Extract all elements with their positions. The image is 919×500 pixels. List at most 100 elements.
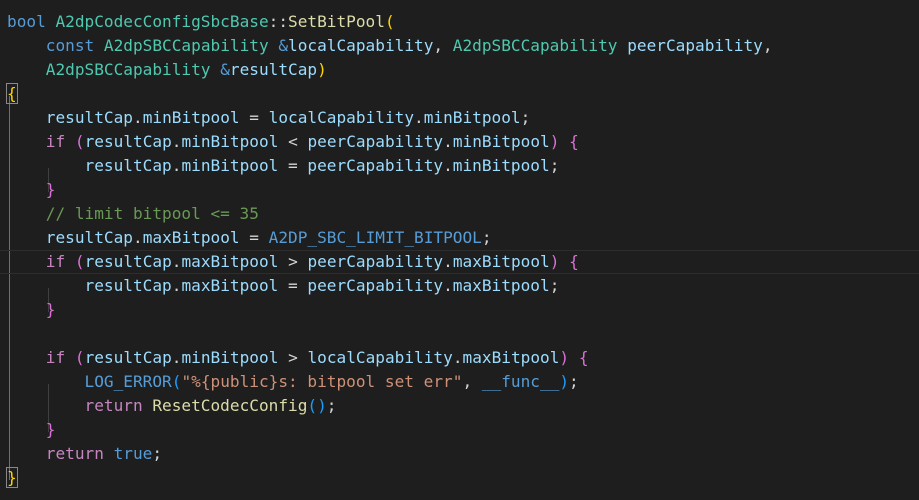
code-token: minBitpool: [181, 156, 279, 175]
code-token: localCapability: [307, 348, 453, 367]
code-token: peerCapability: [627, 36, 763, 55]
code-token: maxBitpool: [452, 252, 550, 271]
code-line-text: }: [7, 298, 56, 322]
code-line[interactable]: resultCap.maxBitpool = A2DP_SBC_LIMIT_BI…: [0, 226, 919, 250]
code-token: peerCapability: [307, 252, 444, 271]
code-line[interactable]: resultCap.maxBitpool = peerCapability.ma…: [0, 274, 919, 298]
code-line[interactable]: return true;: [0, 442, 919, 466]
code-token: ): [317, 396, 327, 415]
code-token: if: [45, 348, 66, 367]
code-token: ): [317, 60, 327, 79]
code-token: .: [443, 132, 453, 151]
code-line-text: bool A2dpCodecConfigSbcBase::SetBitPool(: [7, 10, 395, 34]
code-line[interactable]: }: [0, 418, 919, 442]
code-token: // limit bitpool <= 35: [45, 204, 259, 223]
code-token: <: [278, 132, 308, 151]
code-line[interactable]: return ResetCodecConfig();: [0, 394, 919, 418]
code-token: return: [45, 444, 104, 463]
code-token: {: [569, 252, 579, 271]
code-token: maxBitpool: [462, 348, 560, 367]
code-token: {: [578, 348, 589, 367]
code-token: .: [171, 276, 182, 295]
code-token: =: [239, 108, 269, 127]
code-token: .: [452, 348, 463, 367]
code-line-text: // limit bitpool <= 35: [7, 202, 259, 226]
code-token: A2dpSBCCapability: [45, 60, 211, 79]
code-editor[interactable]: bool A2dpCodecConfigSbcBase::SetBitPool(…: [0, 0, 919, 500]
code-token: localCapability: [268, 108, 415, 127]
code-token: }: [45, 300, 56, 319]
code-token: .: [443, 252, 453, 271]
code-token: .: [414, 108, 424, 127]
code-token: .: [443, 276, 453, 295]
code-line[interactable]: {: [0, 82, 919, 106]
code-token: minBitpool: [423, 108, 521, 127]
code-line[interactable]: // limit bitpool <= 35: [0, 202, 919, 226]
code-token: minBitpool: [452, 156, 550, 175]
code-token: true: [113, 444, 153, 463]
code-line[interactable]: }: [0, 466, 919, 490]
code-token: minBitpool: [142, 108, 240, 127]
code-line[interactable]: const A2dpSBCCapability &localCapability…: [0, 34, 919, 58]
code-token: resultCap: [84, 276, 172, 295]
code-token: ;: [549, 276, 560, 295]
code-line[interactable]: resultCap.minBitpool = peerCapability.mi…: [0, 154, 919, 178]
code-token: "%{public}s: bitpool set err": [181, 372, 463, 391]
code-token: >: [278, 348, 308, 367]
code-token: A2DP_SBC_LIMIT_BITPOOL: [268, 228, 482, 247]
code-line[interactable]: LOG_ERROR("%{public}s: bitpool set err",…: [0, 370, 919, 394]
code-line-text: A2dpSBCCapability &resultCap): [7, 58, 327, 82]
code-line[interactable]: bool A2dpCodecConfigSbcBase::SetBitPool(: [0, 10, 919, 34]
code-token: resultCap: [84, 348, 172, 367]
code-line[interactable]: if (resultCap. minBitpool > localCapabili…: [0, 346, 919, 370]
code-token: ,: [462, 372, 482, 391]
code-line-text: resultCap.minBitpool = peerCapability.mi…: [7, 154, 560, 178]
code-line-text: resultCap.maxBitpool = A2DP_SBC_LIMIT_BI…: [7, 226, 492, 250]
code-token: =: [278, 276, 308, 295]
code-line[interactable]: }: [0, 298, 919, 322]
code-token: resultCap: [45, 108, 133, 127]
code-line[interactable]: resultCap.minBitpool = localCapability.m…: [0, 106, 919, 130]
code-token: A2dpSBCCapability: [452, 36, 618, 55]
code-token: ;: [326, 396, 337, 415]
code-token: ::: [268, 12, 289, 31]
code-line[interactable]: [0, 322, 919, 346]
code-token: .: [171, 156, 182, 175]
code-token: A2dpCodecConfigSbcBase: [55, 12, 269, 31]
code-token: peerCapability: [307, 156, 444, 175]
code-line[interactable]: }: [0, 178, 919, 202]
code-token: (: [74, 132, 85, 151]
code-token: SetBitPool: [288, 12, 385, 31]
code-token: ,: [433, 36, 453, 55]
code-line[interactable]: if (resultCap.minBitpool < peerCapabilit…: [0, 130, 919, 154]
code-token: }: [45, 180, 56, 199]
code-line-text: return true;: [7, 442, 162, 466]
code-token: =: [278, 156, 308, 175]
code-token: ResetCodecConfig: [152, 396, 308, 415]
code-token: resultCap: [84, 132, 172, 151]
code-token: ;: [481, 228, 492, 247]
code-token: ,: [762, 36, 773, 55]
code-line[interactable]: A2dpSBCCapability &resultCap): [0, 58, 919, 82]
code-token: (: [384, 12, 395, 31]
code-token: {: [6, 83, 18, 104]
code-token: resultCap: [84, 252, 172, 271]
code-line-text: if (resultCap.maxBitpool > peerCapabilit…: [7, 251, 579, 273]
code-line[interactable]: if (resultCap.maxBitpool > peerCapabilit…: [0, 250, 919, 274]
code-token: .: [132, 108, 143, 127]
code-line-text: }: [7, 178, 56, 202]
